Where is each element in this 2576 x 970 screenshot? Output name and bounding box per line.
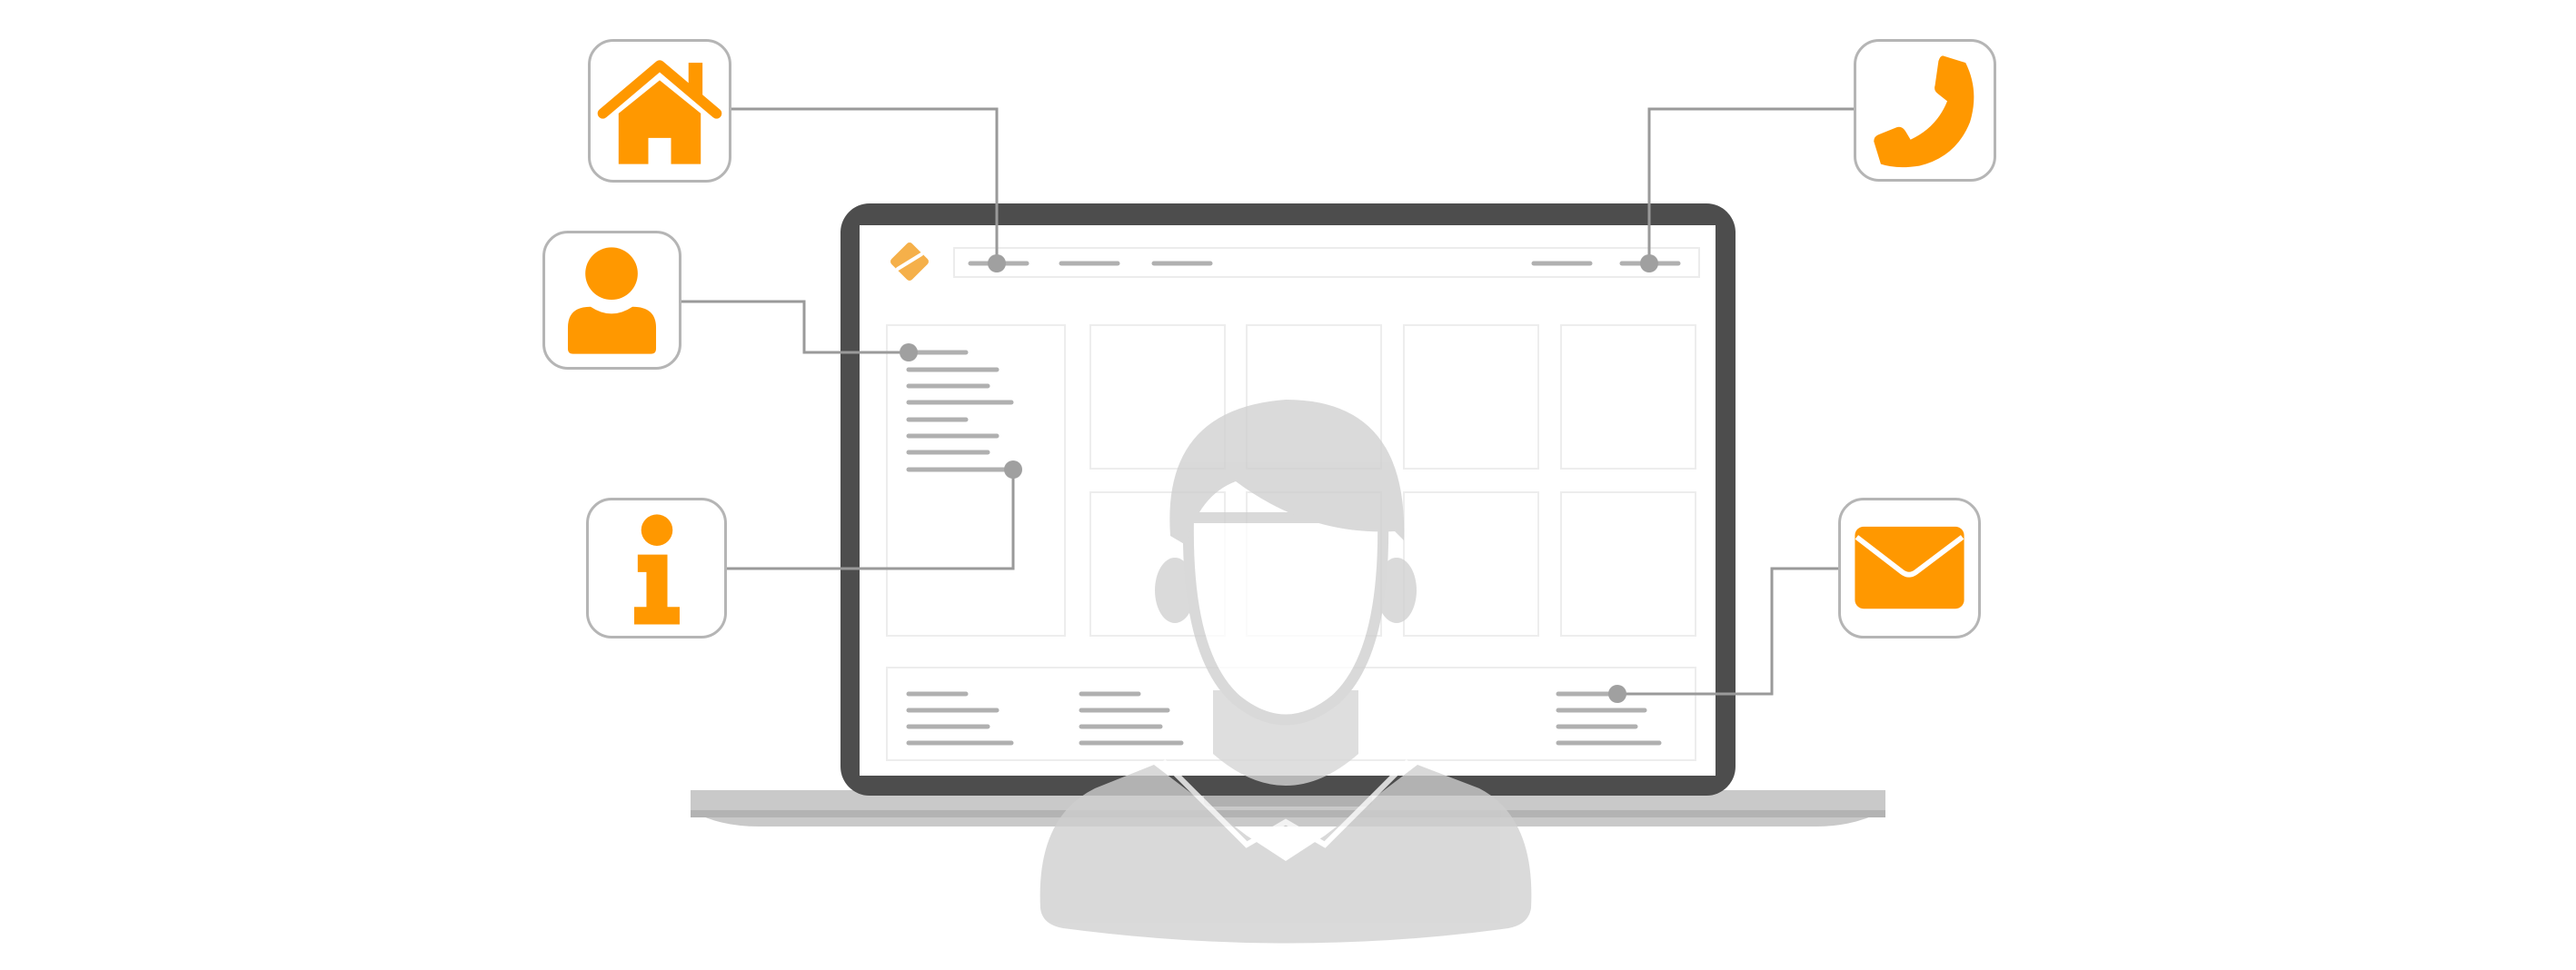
user-connector-dot	[900, 343, 918, 361]
mail-icon	[1855, 526, 1964, 609]
phone-icon	[1874, 55, 1974, 168]
info-connector-dot	[1004, 460, 1022, 479]
user-icon-tile	[542, 231, 681, 370]
home-icon-tile	[588, 39, 731, 183]
home-connector-dot	[988, 254, 1006, 272]
info-icon-tile	[586, 498, 727, 638]
illustration-scene	[681, 107, 1885, 944]
info-icon	[633, 514, 680, 625]
phone-icon-tile	[1854, 39, 1996, 182]
user-icon	[567, 247, 657, 354]
phone-connector-dot	[1640, 254, 1658, 272]
mail-icon-tile	[1838, 498, 1981, 638]
home-icon	[597, 60, 722, 164]
mail-connector-dot	[1608, 685, 1626, 703]
